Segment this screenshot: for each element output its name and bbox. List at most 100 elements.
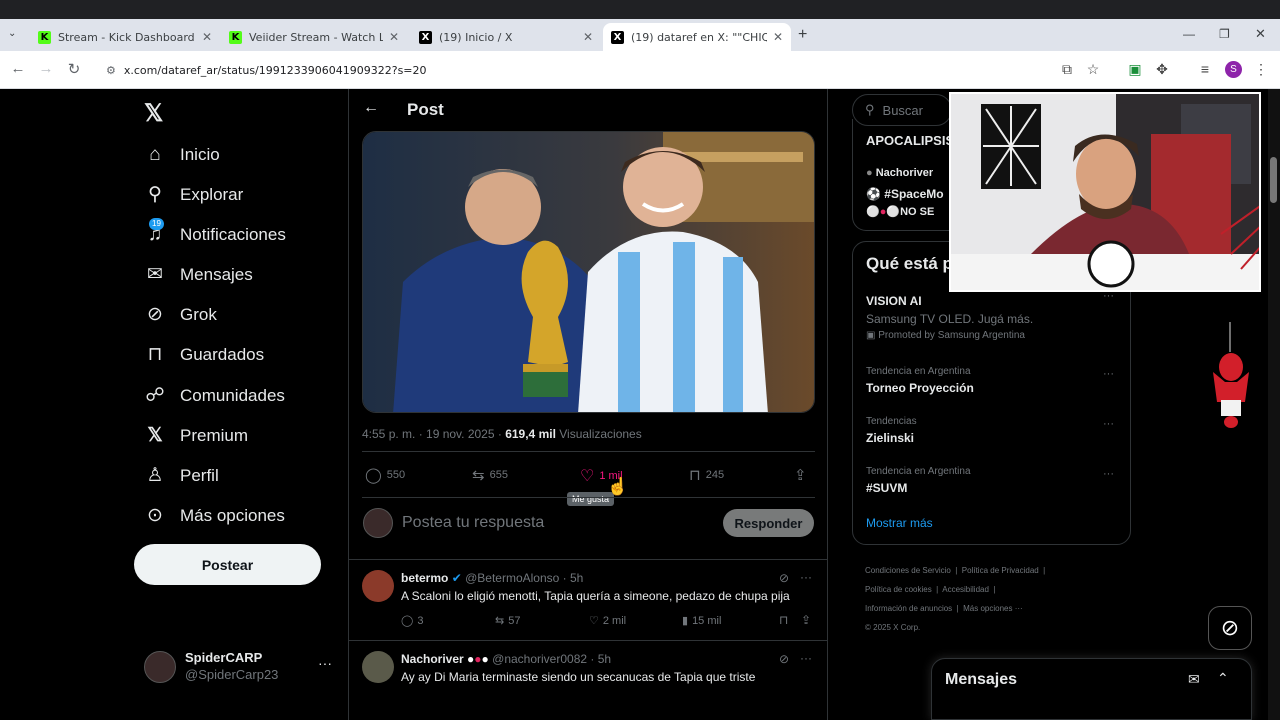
avatar — [363, 508, 393, 538]
account-switcher[interactable]: SpiderCARP @SpiderCarp23 ··· — [144, 649, 334, 689]
reply-item[interactable]: betermo ✔ @BetermoAlonso · 5h ⊘ ··· A Sc… — [349, 560, 827, 641]
media-icon[interactable]: ≡ — [1196, 61, 1214, 77]
url-field[interactable]: ⚙ x.com/dataref_ar/status/19912339060419… — [96, 57, 1046, 83]
tab-strip: ⌄ K Stream - Kick Dashboard ✕ K Veiider … — [0, 19, 1280, 51]
grok-icon[interactable]: ⊘ — [779, 571, 789, 585]
sidebar-item-premium[interactable]: 𝕏 Premium — [144, 425, 248, 447]
kick-icon: K — [38, 30, 51, 44]
tab-veiider-stream[interactable]: K Veiider Stream - Watch Live on ✕ — [221, 23, 407, 51]
sidebar-item-guardados[interactable]: ⊓ Guardados — [144, 344, 265, 366]
footer-link[interactable]: Más opciones ··· — [963, 604, 1023, 613]
person-icon: ♙ — [146, 465, 164, 486]
close-window-icon[interactable]: ✕ — [1255, 26, 1266, 42]
address-bar: ← → ↻ ⚙ x.com/dataref_ar/status/19912339… — [0, 51, 1280, 89]
sidebar-item-inicio[interactable]: ⌂ Inicio — [144, 144, 219, 166]
trend-item[interactable]: Tendencia en Argentina Torneo Proyección… — [853, 362, 1132, 408]
more-dots-icon[interactable]: ··· — [800, 651, 812, 665]
close-tab-icon[interactable]: ✕ — [389, 30, 399, 44]
home-icon: ⌂ — [149, 144, 161, 165]
chevron-up-icon[interactable]: ⌃ — [1217, 670, 1229, 687]
reply-input[interactable]: Postea tu respuesta — [402, 514, 544, 532]
sidebar-item-comunidades[interactable]: ☍ Comunidades — [144, 385, 285, 407]
trend-item[interactable]: Tendencias Zielinski ··· — [853, 412, 1132, 458]
restore-icon[interactable]: ❐ — [1219, 27, 1230, 41]
sidebar-item-mensajes[interactable]: ✉ Mensajes — [144, 264, 253, 286]
extension-icon[interactable]: ▣ — [1126, 61, 1144, 78]
star-icon[interactable]: ☆ — [1084, 61, 1102, 78]
more-circle-icon: ⊙ — [147, 505, 163, 526]
bookmark-action[interactable]: ⊓ 245 — [689, 466, 724, 484]
trend-item[interactable]: VISION AI Samsung TV OLED. Jugá más. ▣ P… — [853, 288, 1132, 352]
close-tab-icon[interactable]: ✕ — [202, 30, 212, 44]
puzzle-icon[interactable]: ✥ — [1153, 61, 1171, 78]
show-more-link[interactable]: Mostrar más — [866, 516, 933, 530]
account-name: SpiderCARP — [185, 650, 263, 665]
views-action[interactable]: ▮ 15 mil — [682, 614, 721, 628]
divider — [362, 451, 815, 452]
share-icon[interactable]: ⇪ — [801, 613, 811, 627]
repost-action[interactable]: ⇆ 57 — [495, 614, 520, 628]
forward-icon[interactable]: → — [36, 60, 56, 77]
back-arrow-icon[interactable]: ← — [363, 99, 379, 117]
reply-text: Ay ay Di Maria terminaste siendo un seca… — [401, 670, 756, 684]
avatar — [362, 570, 394, 602]
site-info-icon[interactable]: ⚙ — [106, 64, 116, 77]
footer-link[interactable]: Política de Privacidad — [962, 566, 1039, 575]
more-dots-icon[interactable]: ··· — [318, 655, 332, 671]
footer-link[interactable]: Política de cookies — [865, 585, 932, 594]
footer-link[interactable]: Accesibilidad — [942, 585, 989, 594]
footer-links: Condiciones de Servicio | Política de Pr… — [865, 566, 1046, 632]
sidebar-item-grok[interactable]: ⊘ Grok — [144, 304, 217, 326]
more-dots-icon[interactable]: ··· — [1103, 468, 1114, 480]
scrollbar[interactable] — [1268, 89, 1280, 720]
tab-dataref-post[interactable]: X (19) dataref en X: ""CHIQUI ES ✕ — [603, 23, 791, 51]
profile-avatar[interactable]: S — [1225, 61, 1242, 78]
sidebar-item-mas-opciones[interactable]: ⊙ Más opciones — [144, 505, 285, 527]
sidebar-item-perfil[interactable]: ♙ Perfil — [144, 465, 218, 487]
more-dots-icon[interactable]: ··· — [1103, 418, 1114, 430]
scrollbar-thumb[interactable] — [1270, 157, 1277, 203]
share-icon[interactable]: ⇪ — [794, 466, 807, 484]
reply-action[interactable]: ◯ 550 — [365, 466, 405, 484]
x-logo-icon[interactable]: 𝕏 — [144, 99, 163, 128]
reply-item[interactable]: Nachoriver ●●● @nachoriver0082 · 5h ⊘ ··… — [349, 641, 827, 720]
x-icon: X — [419, 30, 432, 44]
install-app-icon[interactable]: ⧉ — [1058, 61, 1076, 78]
new-tab-icon[interactable]: + — [798, 26, 807, 44]
sidebar-item-explorar[interactable]: ⚲ Explorar — [144, 184, 243, 206]
chart-icon: ▮ — [682, 615, 689, 627]
reload-icon[interactable]: ↻ — [64, 60, 84, 78]
tab-kick-dashboard[interactable]: K Stream - Kick Dashboard ✕ — [30, 23, 220, 51]
account-handle: @SpiderCarp23 — [185, 667, 279, 682]
repost-action[interactable]: ⇆ 655 — [472, 466, 508, 484]
grok-icon[interactable]: ⊘ — [779, 652, 789, 666]
grok-icon: ⊘ — [147, 304, 163, 325]
people-icon: ☍ — [145, 385, 165, 406]
menu-dots-icon[interactable]: ⋮ — [1252, 61, 1270, 78]
post-button[interactable]: Postear — [134, 544, 321, 585]
reply-button[interactable]: Responder — [723, 509, 814, 537]
top-card: APOCALIPSIS ● Nachoriver ⚽ #SpaceMo ⚪●⚪N… — [852, 119, 954, 231]
messages-drawer[interactable]: Mensajes ✉ ⌃ — [931, 658, 1252, 720]
close-tab-icon[interactable]: ✕ — [583, 30, 593, 44]
like-action[interactable]: ♡ 2 mil — [589, 614, 626, 628]
footer-link[interactable]: Condiciones de Servicio — [865, 566, 951, 575]
grok-float-button[interactable]: ⊘ — [1208, 606, 1252, 650]
tab-x-inicio[interactable]: X (19) Inicio / X ✕ — [411, 23, 601, 51]
more-dots-icon[interactable]: ··· — [1103, 368, 1114, 380]
back-icon[interactable]: ← — [8, 60, 28, 77]
post-metadata: 4:55 p. m. · 19 nov. 2025 · 619,4 mil Vi… — [362, 427, 642, 441]
more-dots-icon[interactable]: ··· — [800, 570, 812, 584]
footer-link[interactable]: Información de anuncios — [865, 604, 952, 613]
post-image[interactable] — [362, 131, 815, 413]
sidebar-item-notificaciones[interactable]: ♫ 19 Notificaciones — [144, 218, 286, 246]
close-tab-icon[interactable]: ✕ — [773, 30, 783, 44]
tab-search-icon[interactable]: ⌄ — [8, 28, 16, 39]
reply-header: Nachoriver ●●● @nachoriver0082 · 5h — [401, 652, 612, 666]
minimize-icon[interactable]: — — [1183, 27, 1195, 41]
reply-action[interactable]: ◯ 3 — [401, 614, 423, 628]
bookmark-icon[interactable]: ⊓ — [779, 613, 788, 627]
new-message-icon[interactable]: ✉ — [1188, 671, 1200, 688]
x-icon: 𝕏 — [147, 425, 163, 446]
trend-item[interactable]: Tendencia en Argentina #SUVM ··· — [853, 462, 1132, 508]
